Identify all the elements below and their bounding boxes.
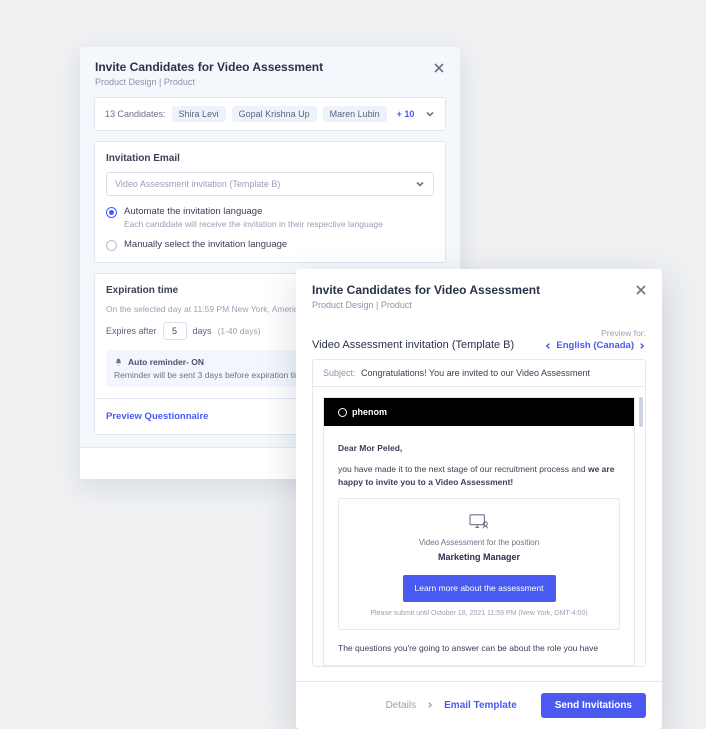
- chevron-right-icon: [426, 701, 434, 709]
- expires-range-hint: (1-40 days): [218, 326, 261, 336]
- assessment-position: Marketing Manager: [349, 551, 609, 565]
- close-icon[interactable]: [634, 283, 648, 297]
- invitation-email-panel: Invitation Email Video Assessment invita…: [94, 141, 446, 263]
- preview-for-label: Preview for:: [544, 328, 646, 338]
- candidates-more[interactable]: + 10: [397, 109, 415, 119]
- expires-after-label: days: [193, 326, 212, 336]
- radio-label: Automate the invitation language: [124, 206, 434, 217]
- step-details[interactable]: Details: [386, 700, 417, 711]
- invitation-email-heading: Invitation Email: [106, 153, 434, 164]
- brand-name: phenom: [352, 407, 387, 417]
- expires-days-input[interactable]: 5: [163, 322, 187, 340]
- preview-language-selector[interactable]: English (Canada): [544, 340, 646, 351]
- assessment-deadline: Please submit until October 18, 2021 11:…: [349, 609, 609, 620]
- modal-subtitle: Product Design | Product: [312, 300, 646, 310]
- brand-logo-icon: [338, 408, 347, 417]
- assessment-label: Video Assessment for the position: [349, 537, 609, 549]
- radio-automate-language[interactable]: Automate the invitation language Each ca…: [106, 206, 434, 229]
- template-select-value: Video Assessment invitation (Template B): [115, 179, 280, 189]
- radio-icon: [106, 240, 117, 251]
- email-body: Dear Mor Peled, you have made it to the …: [324, 426, 634, 655]
- auto-reminder-title: Auto reminder- ON: [128, 357, 204, 367]
- invite-modal-email-template: Invite Candidates for Video Assessment P…: [296, 269, 662, 729]
- email-paragraph: The questions you're going to answer can…: [338, 642, 620, 655]
- candidates-count-label: 13 Candidates:: [105, 109, 166, 119]
- radio-sublabel: Each candidate will receive the invitati…: [124, 219, 434, 229]
- step-email-template[interactable]: Email Template: [444, 700, 517, 711]
- monitor-user-icon: [468, 513, 490, 531]
- email-subject-row: Subject: Congratulations! You are invite…: [313, 360, 645, 387]
- email-paragraph: you have made it to the next stage of ou…: [338, 463, 620, 489]
- send-invitations-button[interactable]: Send Invitations: [541, 693, 646, 718]
- chevron-right-icon: [638, 342, 646, 350]
- close-icon[interactable]: [432, 61, 446, 75]
- candidate-chip[interactable]: Gopal Krishna Up: [232, 106, 317, 122]
- radio-label: Manually select the invitation language: [124, 239, 434, 250]
- chevron-down-icon: [415, 179, 425, 189]
- email-brand-header: phenom: [324, 398, 634, 426]
- preview-toolbar: Video Assessment invitation (Template B)…: [296, 318, 662, 359]
- assessment-card: Video Assessment for the position Market…: [338, 498, 620, 630]
- radio-icon: [106, 207, 117, 218]
- modal-title: Invite Candidates for Video Assessment: [312, 283, 646, 297]
- subject-label: Subject:: [323, 368, 356, 378]
- bell-icon: [114, 358, 123, 367]
- candidate-chip[interactable]: Shira Levi: [172, 106, 226, 122]
- preview-language-value: English (Canada): [556, 340, 634, 351]
- modal-header: Invite Candidates for Video Assessment P…: [80, 47, 460, 97]
- template-select[interactable]: Video Assessment invitation (Template B): [106, 172, 434, 196]
- chevron-down-icon[interactable]: [425, 109, 435, 119]
- radio-manual-language[interactable]: Manually select the invitation language: [106, 239, 434, 251]
- modal-header: Invite Candidates for Video Assessment P…: [296, 269, 662, 318]
- template-name: Video Assessment invitation (Template B): [312, 339, 514, 351]
- modal-subtitle: Product Design | Product: [95, 77, 445, 87]
- modal-title: Invite Candidates for Video Assessment: [95, 60, 445, 74]
- candidates-row[interactable]: 13 Candidates: Shira Levi Gopal Krishna …: [94, 97, 446, 131]
- expires-before-label: Expires after: [106, 326, 157, 336]
- email-frame: phenom Dear Mor Peled, you have made it …: [313, 387, 645, 666]
- email-preview-container: Subject: Congratulations! You are invite…: [312, 359, 646, 667]
- subject-value: Congratulations! You are invited to our …: [361, 368, 590, 378]
- modal-footer: Details Email Template Send Invitations: [296, 681, 662, 729]
- scrollbar-thumb[interactable]: [639, 397, 643, 427]
- email-salutation: Dear Mor Peled,: [338, 442, 620, 455]
- candidate-chip[interactable]: Maren Lubin: [323, 106, 387, 122]
- learn-more-button[interactable]: Learn more about the assessment: [403, 575, 556, 602]
- chevron-left-icon: [544, 342, 552, 350]
